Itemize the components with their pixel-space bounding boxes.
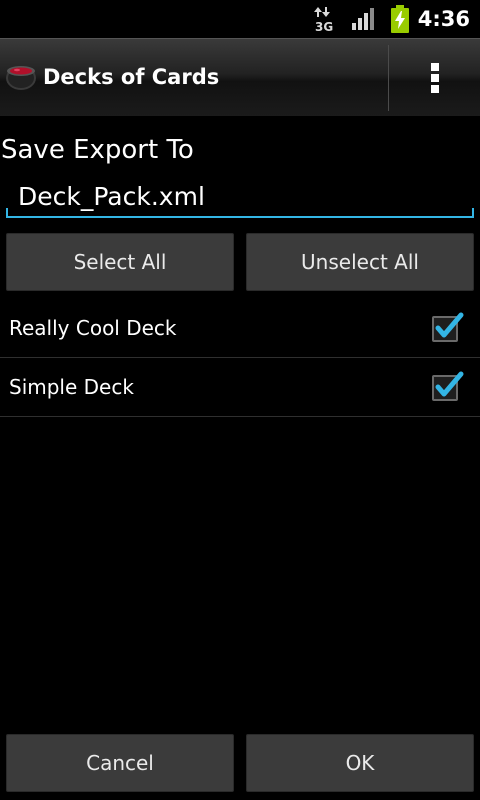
app-cauldron-icon[interactable]: [4, 58, 38, 92]
action-bar: Decks of Cards: [0, 38, 480, 117]
overflow-menu-icon[interactable]: [390, 39, 480, 116]
deck-name: Simple Deck: [9, 375, 134, 399]
action-divider: [388, 45, 389, 111]
ok-button[interactable]: OK: [246, 734, 474, 792]
cancel-button[interactable]: Cancel: [6, 734, 234, 792]
deck-list: Really Cool Deck Simple Deck: [0, 299, 480, 417]
select-all-button[interactable]: Select All: [6, 233, 234, 291]
deck-name: Really Cool Deck: [9, 316, 177, 340]
checkbox-checked-icon[interactable]: [432, 312, 464, 344]
filename-input[interactable]: [18, 178, 458, 214]
data-3g-icon: 3G: [314, 7, 333, 32]
battery-charging-icon: [391, 5, 409, 33]
network-type-text: 3G: [315, 20, 333, 32]
save-export-label: Save Export To: [1, 135, 194, 165]
list-item[interactable]: Really Cool Deck: [0, 299, 480, 358]
unselect-all-button[interactable]: Unselect All: [246, 233, 474, 291]
status-time: 4:36: [417, 7, 470, 31]
list-item[interactable]: Simple Deck: [0, 358, 480, 417]
app-title: Decks of Cards: [43, 65, 220, 89]
filename-field[interactable]: [6, 176, 474, 218]
signal-strength-icon: [352, 8, 374, 30]
status-bar: 3G 4:36: [0, 0, 480, 38]
checkbox-checked-icon[interactable]: [432, 371, 464, 403]
